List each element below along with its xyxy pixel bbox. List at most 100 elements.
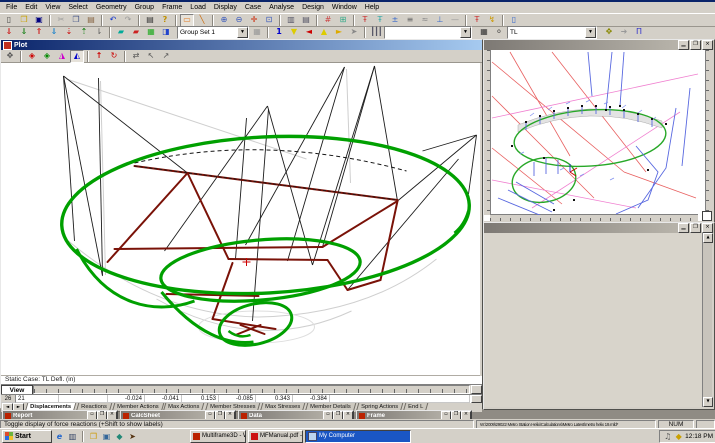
- animation-bars-icon[interactable]: ┃┃┃: [369, 26, 383, 39]
- grid-cell[interactable]: -0.384: [293, 395, 330, 403]
- close-icon[interactable]: ×: [702, 40, 713, 50]
- grid-end-handle[interactable]: [471, 395, 482, 403]
- frame-view-canvas[interactable]: [484, 50, 712, 221]
- view-side-icon[interactable]: ◈: [40, 50, 54, 63]
- group-apply-icon[interactable]: ▦: [250, 26, 264, 39]
- view-axonometric-icon[interactable]: ◭: [70, 50, 84, 63]
- chevron-down-icon[interactable]: ▼: [237, 27, 248, 38]
- data-panel-titlebar[interactable]: ▁ ❐ ×: [484, 223, 714, 233]
- arrow-left-icon[interactable]: ◄: [302, 26, 316, 39]
- maximize-icon[interactable]: ❐: [690, 223, 701, 233]
- menu-analyse[interactable]: Analyse: [265, 2, 298, 13]
- frame-wireframe: [490, 50, 706, 215]
- tray-shield-icon[interactable]: ◆: [674, 431, 683, 442]
- rotate-left-icon[interactable]: ↖: [144, 50, 158, 63]
- view-plan-icon[interactable]: ◮: [55, 50, 69, 63]
- pi-icon[interactable]: Π: [632, 26, 646, 39]
- scroll-down-icon[interactable]: ▼: [703, 397, 713, 407]
- rotate-cw-icon[interactable]: ↻: [107, 50, 121, 63]
- grid-cell[interactable]: -0.085: [219, 395, 256, 403]
- vertical-scrollbar[interactable]: ▲ ▼: [702, 233, 712, 407]
- arrow-right-icon[interactable]: ►: [332, 26, 346, 39]
- minimize-icon[interactable]: ▁: [678, 40, 689, 50]
- secondary-toolbar: ⇓ ⇓ ⇑ ⇓ ⇣ ⇡ ⇂ ▰ ▰ ▦ ◨ Group Set 1 ▼ ▦ 1 …: [0, 25, 715, 40]
- plot-canvas[interactable]: [1, 63, 480, 376]
- load-case-icon-6[interactable]: ⇡: [77, 26, 91, 39]
- load-case-icon-2[interactable]: ⇓: [17, 26, 31, 39]
- chart-icon-teal[interactable]: ▰: [114, 26, 128, 39]
- menu-select[interactable]: Select: [64, 2, 91, 13]
- case-combobox[interactable]: TL ▼: [507, 26, 597, 39]
- load-case-icon-7[interactable]: ⇂: [92, 26, 106, 39]
- trend-icon[interactable]: ➤: [347, 26, 361, 39]
- grid-cell[interactable]: 0.343: [256, 395, 293, 403]
- rotate-up-icon[interactable]: ↑: [92, 50, 106, 63]
- menu-help[interactable]: Help: [361, 2, 383, 13]
- chevron-down-icon[interactable]: ▼: [460, 27, 471, 38]
- grid-cell[interactable]: -0.041: [145, 395, 182, 403]
- flip-view-icon[interactable]: ⇄: [129, 50, 143, 63]
- chart-icon-blue[interactable]: ◨: [159, 26, 173, 39]
- chart-icon-green[interactable]: ▦: [144, 26, 158, 39]
- load-case-icon-4[interactable]: ⇓: [47, 26, 61, 39]
- menu-window[interactable]: Window: [328, 2, 361, 13]
- minimize-icon[interactable]: ▁: [678, 223, 689, 233]
- menu-view[interactable]: View: [41, 2, 64, 13]
- grid-cell[interactable]: -0.024: [108, 395, 145, 403]
- chevron-down-icon[interactable]: ▼: [585, 27, 596, 38]
- taskbar: Start e ▥ ❒ ▣ ◆ ➤ Multiframe3D - W:\20..…: [0, 428, 715, 443]
- task-my-computer[interactable]: My Computer: [305, 430, 411, 443]
- clock[interactable]: 12:18 PM: [685, 433, 713, 440]
- start-button[interactable]: Start: [2, 430, 52, 443]
- quick-launch-ie-icon[interactable]: e: [54, 431, 65, 442]
- menu-bar: File Edit View Select Geometry Group Fra…: [0, 2, 715, 13]
- rotate-right-icon[interactable]: ↗: [159, 50, 173, 63]
- quick-launch-channels-icon[interactable]: ▥: [67, 431, 78, 442]
- menu-case[interactable]: Case: [241, 2, 265, 13]
- quick-launch-tool-icon[interactable]: ➤: [127, 431, 138, 442]
- menu-file[interactable]: File: [2, 2, 21, 13]
- menu-frame[interactable]: Frame: [158, 2, 186, 13]
- menu-display[interactable]: Display: [210, 2, 241, 13]
- scroll-up-icon[interactable]: ▲: [703, 233, 713, 243]
- menu-design[interactable]: Design: [298, 2, 328, 13]
- grid-cell[interactable]: [59, 395, 108, 403]
- tab-view[interactable]: View: [1, 385, 33, 394]
- case-dot-icon[interactable]: o: [492, 26, 506, 39]
- menu-edit[interactable]: Edit: [21, 2, 41, 13]
- load-case-icon-5[interactable]: ⇣: [62, 26, 76, 39]
- close-icon[interactable]: ×: [702, 223, 713, 233]
- task-multiframe[interactable]: Multiframe3D - W:\20...: [190, 430, 246, 443]
- compass-icon[interactable]: ✥: [602, 26, 616, 39]
- quick-launch-folder-icon[interactable]: ❒: [88, 431, 99, 442]
- quick-launch-media-icon[interactable]: ◆: [114, 431, 125, 442]
- load-case-icon-1[interactable]: ⇓: [2, 26, 16, 39]
- data-panel-content[interactable]: ▲ ▼: [484, 233, 712, 407]
- ruler-end-handle[interactable]: [471, 385, 482, 394]
- quick-launch-desktop-icon[interactable]: ▣: [101, 431, 112, 442]
- grid-row-header[interactable]: 26: [1, 395, 16, 403]
- task-mfmanual-pdf[interactable]: MFManual.pdf - Adobe R...: [248, 430, 303, 443]
- volume-icon[interactable]: ♫: [663, 431, 672, 442]
- load-case-icon-3[interactable]: ⇑: [32, 26, 46, 39]
- warning-icon[interactable]: ▲: [317, 26, 331, 39]
- grid-cell-empty[interactable]: [330, 395, 470, 403]
- frame-view-titlebar[interactable]: ▁ ❐ ×: [484, 40, 714, 50]
- plot-case-label: Static Case: TL Defl. (in): [1, 376, 482, 384]
- chart-icon-red[interactable]: ▰: [129, 26, 143, 39]
- menu-load[interactable]: Load: [186, 2, 210, 13]
- view-front-icon[interactable]: ◈: [25, 50, 39, 63]
- funnel-icon[interactable]: ▼: [287, 26, 301, 39]
- grid-cell[interactable]: 0.153: [182, 395, 219, 403]
- maximize-icon[interactable]: ❐: [690, 40, 701, 50]
- next-case-icon[interactable]: ➜: [617, 26, 631, 39]
- pan-view-icon[interactable]: ✥: [3, 50, 17, 63]
- group-set-combobox[interactable]: Group Set 1 ▼: [177, 26, 249, 39]
- animation-slider-field[interactable]: ▼: [384, 26, 472, 39]
- result-icon-1[interactable]: 1: [272, 26, 286, 39]
- menu-group[interactable]: Group: [131, 2, 158, 13]
- table-view-icon[interactable]: ▦: [477, 26, 491, 39]
- menu-geometry[interactable]: Geometry: [92, 2, 131, 13]
- grid-cell[interactable]: 21: [16, 395, 59, 403]
- plot-window-titlebar[interactable]: Plot: [1, 40, 482, 50]
